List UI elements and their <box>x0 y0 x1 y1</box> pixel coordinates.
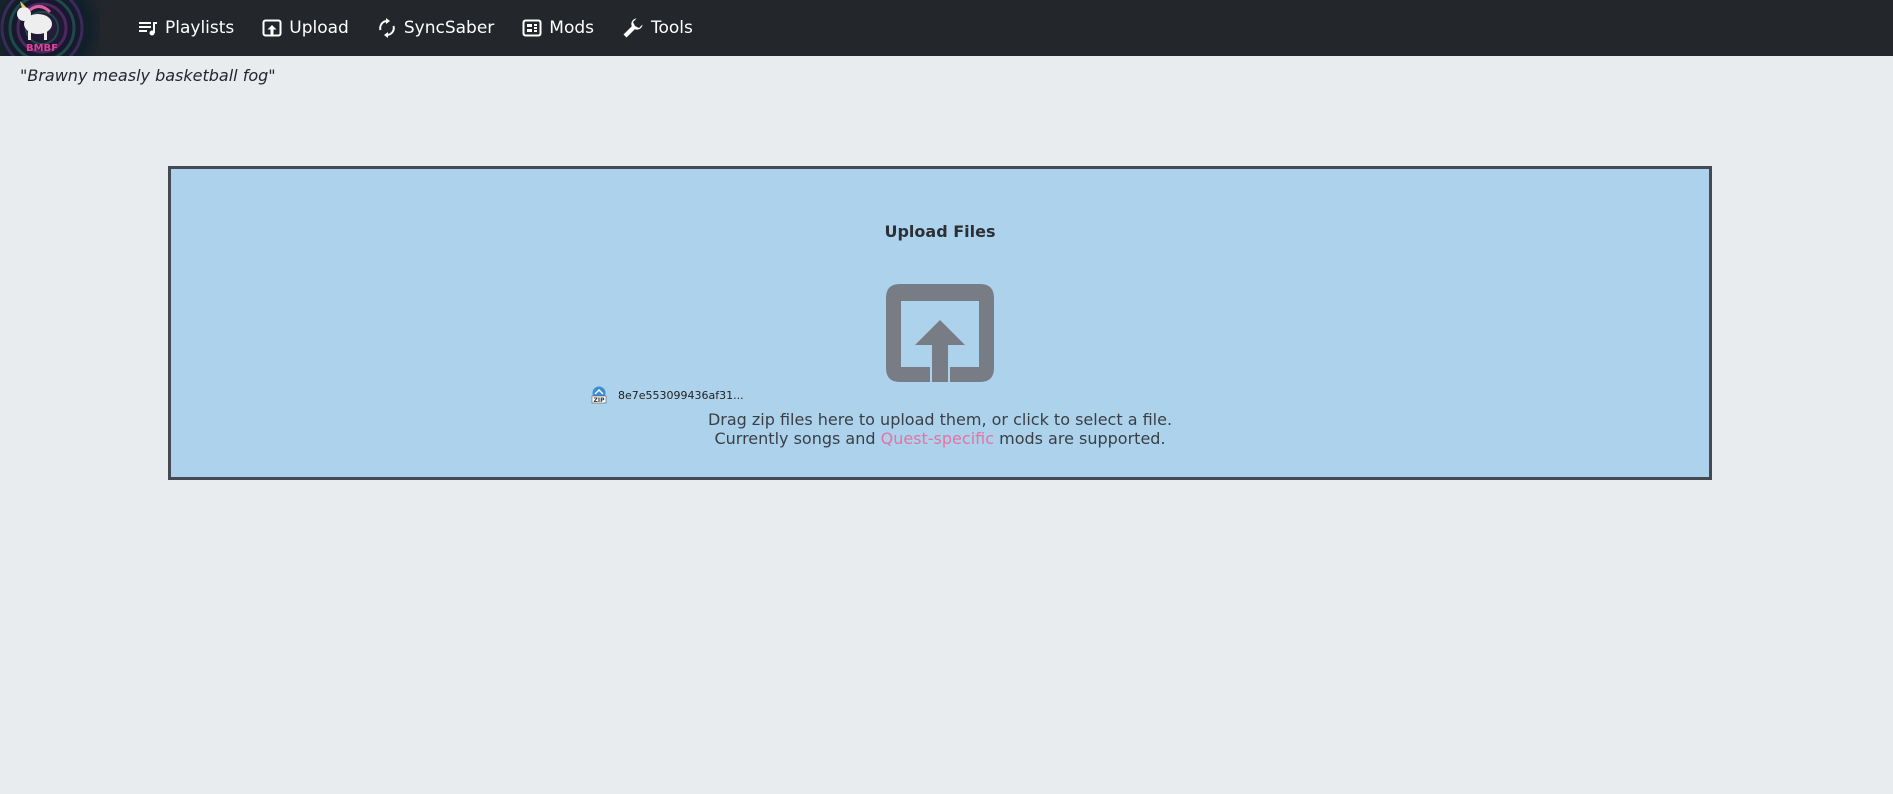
nav-menu: Playlists Upload SyncSaber Mods Tools <box>138 0 721 56</box>
upload-instructions: Drag zip files here to upload them, or c… <box>171 410 1709 448</box>
wrench-icon <box>623 18 643 38</box>
nav-syncsaber[interactable]: SyncSaber <box>377 18 494 38</box>
nav-mods-label: Mods <box>549 18 594 38</box>
line2-prefix: Currently songs and <box>714 429 881 448</box>
upload-title: Upload Files <box>884 222 996 241</box>
top-navbar: BMBF Playlists Upload SyncSaber Mods Too… <box>0 0 1893 56</box>
nav-mods[interactable]: Mods <box>522 18 594 38</box>
mods-icon <box>522 19 542 37</box>
uploaded-file-name: 8e7e553099436af31... <box>618 388 744 402</box>
nav-tools-label: Tools <box>651 18 693 38</box>
upload-instructions-line2: Currently songs and Quest-specific mods … <box>171 429 1709 448</box>
nav-tools[interactable]: Tools <box>622 17 693 39</box>
random-quote: "Brawny measly basketball fog" <box>20 66 276 85</box>
nav-playlists[interactable]: Playlists <box>138 18 234 38</box>
quest-specific-link[interactable]: Quest-specific <box>881 429 994 448</box>
uploaded-file-item[interactable]: ZIP 8e7e553099436af31... <box>590 386 744 404</box>
zip-file-icon: ZIP <box>591 386 607 404</box>
upload-large-icon <box>886 284 994 386</box>
line2-suffix: mods are supported. <box>994 429 1166 448</box>
nav-playlists-label: Playlists <box>165 18 235 38</box>
upload-icon <box>262 19 282 37</box>
upload-dropzone[interactable]: Upload Files ZIP 8e7e553099436af31... Dr… <box>168 166 1712 480</box>
playlist-icon <box>139 22 157 36</box>
sync-icon <box>379 18 395 38</box>
nav-upload[interactable]: Upload <box>262 18 349 38</box>
svg-text:BMBF: BMBF <box>26 43 58 54</box>
nav-syncsaber-label: SyncSaber <box>403 18 495 38</box>
nav-upload-label: Upload <box>289 18 349 38</box>
upload-instructions-line1: Drag zip files here to upload them, or c… <box>707 410 1173 429</box>
bmbf-logo[interactable]: BMBF <box>0 0 100 56</box>
svg-text:ZIP: ZIP <box>594 397 606 404</box>
